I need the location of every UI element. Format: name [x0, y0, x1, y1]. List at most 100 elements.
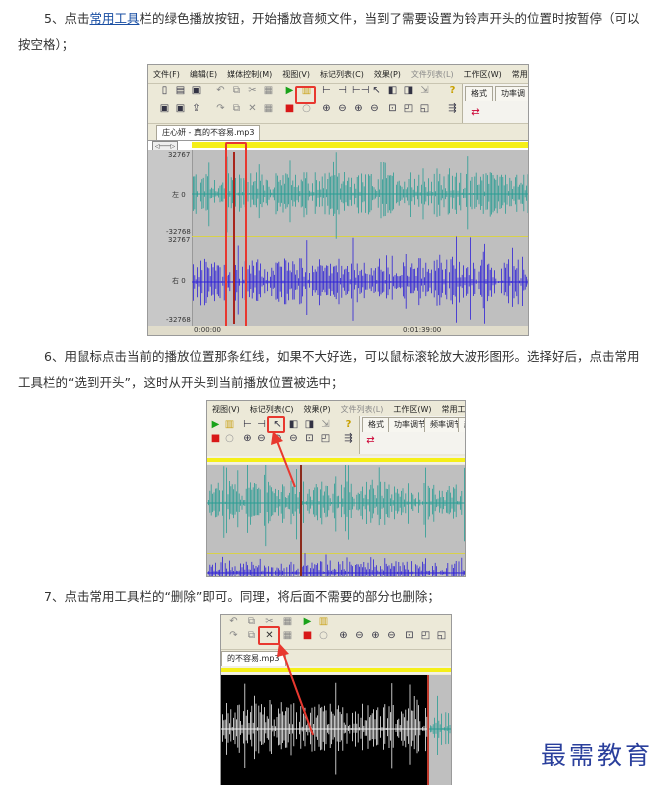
- zoom-out-icon[interactable]: ⊖: [336, 102, 349, 115]
- zoom-v-icon-3[interactable]: ⊡: [403, 629, 416, 642]
- waveform-area[interactable]: 32767 左 0 -32768 32767 右 0 -32768: [148, 142, 528, 332]
- menu-bar: 文件(F) 编辑(E) 媒体控制(M) 视图(V) 标记列表(C) 效果(P) 文件列表(L…: [148, 67, 528, 84]
- menu-item[interactable]: 常用: [507, 67, 528, 83]
- play-icon-3[interactable]: ▶: [301, 615, 314, 628]
- zoom-selection-icon[interactable]: ⊕: [352, 102, 365, 115]
- zoom-in-icon[interactable]: ⊕: [320, 102, 333, 115]
- waveform-area-2[interactable]: [207, 465, 465, 576]
- waveform-svg-2: [207, 465, 465, 576]
- select-to-start-icon[interactable]: ⊢: [320, 84, 333, 97]
- menu-item[interactable]: 工作区(W): [459, 67, 507, 83]
- stop-icon[interactable]: ■: [283, 102, 296, 115]
- redo-icon[interactable]: ↷: [214, 102, 227, 115]
- menu-item[interactable]: 文件列表(L): [406, 67, 459, 83]
- help-icon[interactable]: ?: [446, 84, 459, 97]
- save3-icon[interactable]: ▣: [174, 102, 187, 115]
- pause-icon-2[interactable]: ▥: [223, 418, 236, 431]
- zoom-full-icon-3[interactable]: ⊖: [385, 629, 398, 642]
- paste-icon[interactable]: ▦: [262, 84, 275, 97]
- format-icon[interactable]: ⇄: [469, 106, 482, 119]
- effect-icon-2[interactable]: ⇶: [342, 432, 355, 445]
- zoom-fit-icon-3[interactable]: ◱: [435, 629, 448, 642]
- zoom-fit-icon[interactable]: ◱: [418, 102, 431, 115]
- marker-icon-2[interactable]: ◧: [287, 418, 300, 431]
- delete-icon[interactable]: ✕: [246, 102, 259, 115]
- open-folder-icon[interactable]: ▤: [174, 84, 187, 97]
- overview-bar-3[interactable]: [221, 668, 451, 672]
- menu-item[interactable]: 编辑(E): [185, 67, 222, 83]
- marker-icon[interactable]: ◧: [386, 84, 399, 97]
- waveform-area-3[interactable]: [221, 675, 451, 785]
- zoom-h-icon-3[interactable]: ◰: [419, 629, 432, 642]
- marker3-icon-2[interactable]: ⇲: [319, 418, 332, 431]
- menu-item[interactable]: 效果(P): [299, 402, 336, 418]
- step7-paragraph: 7、点击常用工具栏的“删除”即可。同理，将后面不需要的部分也删除；: [44, 589, 440, 604]
- select-icon-2[interactable]: ⊢: [241, 418, 254, 431]
- effect-icon[interactable]: ⇶: [446, 102, 459, 115]
- zoom-in-icon-3[interactable]: ⊕: [337, 629, 350, 642]
- zoom-full-icon[interactable]: ⊖: [368, 102, 381, 115]
- panel-tab-format[interactable]: 格式: [465, 86, 493, 101]
- pause-highlight-box: [295, 86, 316, 104]
- waveform-path: [208, 465, 465, 547]
- help-icon-2[interactable]: ?: [342, 418, 355, 431]
- panel2-tab-format[interactable]: 格式: [362, 417, 390, 432]
- waveform-channel: [207, 465, 465, 547]
- menu-item[interactable]: 文件(F): [148, 67, 185, 83]
- file-tab[interactable]: 庄心妍 - 真的不容易.mp3: [156, 125, 261, 140]
- format-icon-2[interactable]: ⇄: [364, 434, 377, 447]
- panel-tab-power[interactable]: 功率调: [495, 86, 528, 101]
- zoom-out-icon-3[interactable]: ⊖: [353, 629, 366, 642]
- marker2-icon-2[interactable]: ◨: [303, 418, 316, 431]
- zoom-in-icon-2[interactable]: ⊕: [241, 432, 254, 445]
- time-mid: 0:01:39:00: [403, 326, 442, 334]
- select-all-icon[interactable]: ⊢⊣: [352, 84, 369, 97]
- stop-icon-2[interactable]: ■: [209, 432, 222, 445]
- paste2-icon[interactable]: ▦: [262, 102, 275, 115]
- menu-item[interactable]: 媒体控制(M): [222, 67, 277, 83]
- zoom-v-icon-2[interactable]: ⊡: [303, 432, 316, 445]
- overview-bar-2[interactable]: [207, 458, 465, 462]
- menu-item[interactable]: 视图(V): [277, 67, 315, 83]
- play-icon-2[interactable]: ▶: [209, 418, 222, 431]
- new-file-icon[interactable]: ▯: [158, 84, 171, 97]
- menu-item[interactable]: 效果(P): [369, 67, 406, 83]
- paste2-icon-3[interactable]: ▦: [281, 629, 294, 642]
- copy2-icon-3[interactable]: ⧉: [245, 629, 258, 642]
- copy-icon[interactable]: ⧉: [230, 84, 243, 97]
- record-icon-3[interactable]: ○: [317, 629, 330, 642]
- menu-item[interactable]: 标记列表(C): [315, 67, 369, 83]
- zoom-v-icon[interactable]: ⊡: [386, 102, 399, 115]
- menu-item[interactable]: 视图(V): [207, 402, 245, 418]
- zoom-sel-icon-2[interactable]: ⊕: [271, 432, 284, 445]
- copy2-icon[interactable]: ⧉: [230, 102, 243, 115]
- save2-icon[interactable]: ▣: [158, 102, 171, 115]
- cursor-icon[interactable]: ↖: [370, 84, 383, 97]
- redo-icon-3[interactable]: ↷: [227, 629, 240, 642]
- zoom-h-icon[interactable]: ◰: [402, 102, 415, 115]
- pause-icon-3[interactable]: ▥: [317, 615, 330, 628]
- panel2-tab-more[interactable]: 超: [458, 417, 465, 432]
- export-icon[interactable]: ⇪: [190, 102, 203, 115]
- select-range-icon[interactable]: ⊣: [336, 84, 349, 97]
- undo-icon-3[interactable]: ↶: [227, 615, 240, 628]
- copy-icon-3[interactable]: ⧉: [245, 615, 258, 628]
- zoom-h-icon-2[interactable]: ◰: [319, 432, 332, 445]
- delete-highlight-box: [258, 626, 280, 645]
- cut-icon[interactable]: ✂: [246, 84, 259, 97]
- common-toolbar-link[interactable]: 常用工具: [89, 11, 139, 26]
- zoom-full-icon-2[interactable]: ⊖: [287, 432, 300, 445]
- undo-icon[interactable]: ↶: [214, 84, 227, 97]
- stop-icon-3[interactable]: ■: [301, 629, 314, 642]
- timeline-ruler: ◁───▷: [148, 140, 528, 152]
- playhead-line-2[interactable]: [300, 465, 302, 576]
- marker3-icon[interactable]: ⇲: [418, 84, 431, 97]
- zoom-out-icon-2[interactable]: ⊖: [255, 432, 268, 445]
- playhead-highlight-box: [225, 142, 247, 332]
- save-icon[interactable]: ▣: [190, 84, 203, 97]
- record-icon-2[interactable]: ○: [223, 432, 236, 445]
- zoom-sel-icon-3[interactable]: ⊕: [369, 629, 382, 642]
- paste-icon-3[interactable]: ▦: [281, 615, 294, 628]
- marker2-icon[interactable]: ◨: [402, 84, 415, 97]
- file-tab-3[interactable]: 的不容易.mp3: [221, 651, 286, 666]
